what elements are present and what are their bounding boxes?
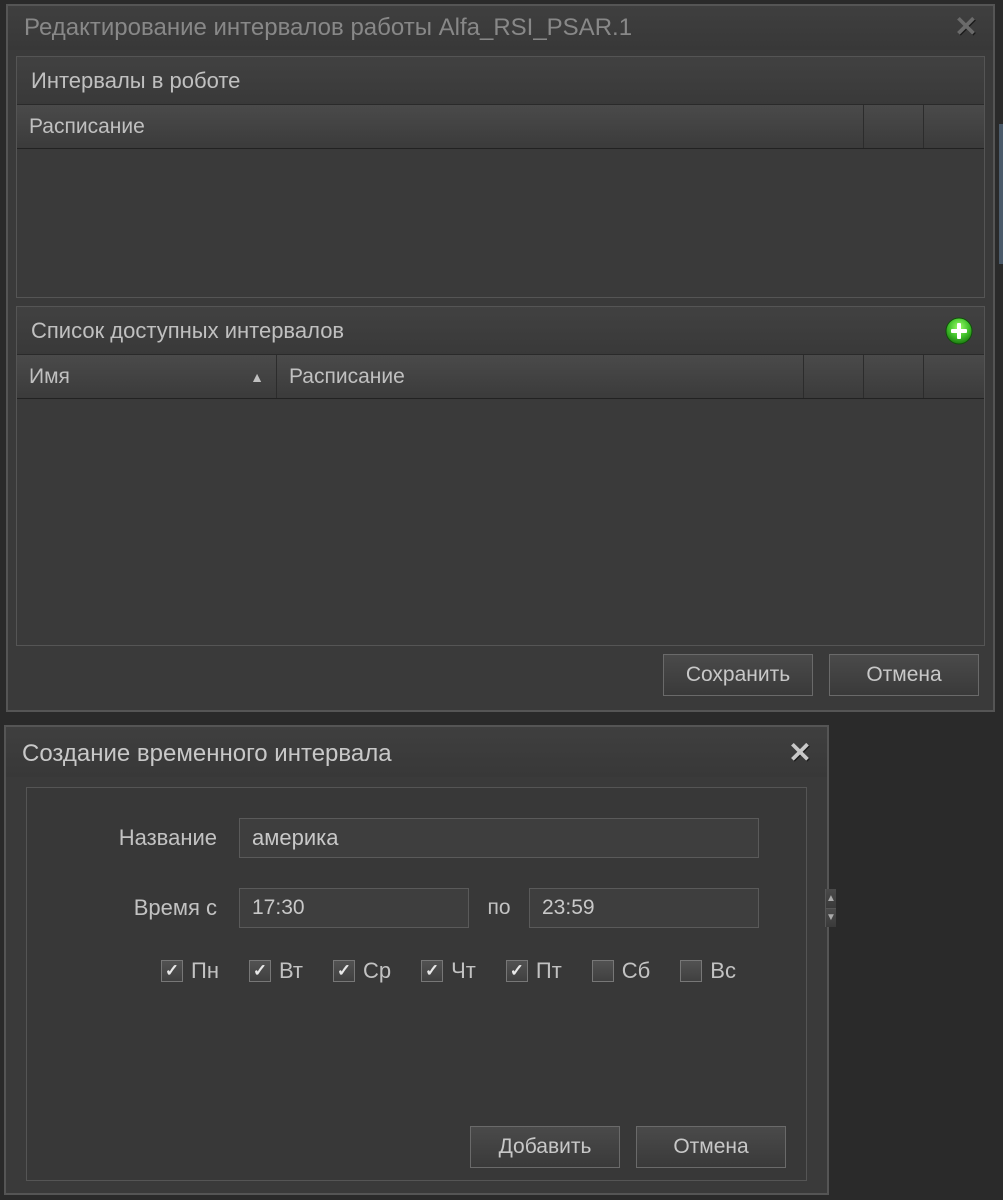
col-action-c[interactable]: [924, 355, 984, 398]
checkbox-icon[interactable]: ✓: [249, 960, 271, 982]
day-label: Пн: [191, 958, 219, 984]
dialog1-title: Редактирование интервалов работы Alfa_RS…: [24, 14, 951, 42]
day-label: Ср: [363, 958, 391, 984]
dialog2-title: Создание временного интервала: [22, 740, 785, 768]
available-intervals-title: Список доступных интервалов: [31, 318, 344, 344]
day-checkbox-Сб[interactable]: Сб: [592, 958, 651, 984]
cancel-button[interactable]: Отмена: [829, 654, 979, 696]
time-to-arrows: ▲ ▼: [825, 889, 836, 927]
day-checkbox-Вс[interactable]: Вс: [680, 958, 736, 984]
dialog1-button-row: Сохранить Отмена: [16, 650, 985, 700]
spin-down-icon[interactable]: ▼: [826, 909, 836, 928]
robot-intervals-panel: Интервалы в роботе Расписание: [16, 56, 985, 298]
day-label: Вт: [279, 958, 303, 984]
col-action-1[interactable]: [864, 105, 924, 148]
robot-intervals-header: Интервалы в роботе: [17, 57, 984, 105]
create-interval-form: Название Время с ▲ ▼ по ▲ ▼: [26, 787, 807, 1181]
label-time-from: Время с: [49, 895, 239, 921]
label-to: по: [469, 896, 529, 920]
dialog2-button-row: Добавить Отмена: [470, 1126, 786, 1168]
edit-intervals-dialog: Редактирование интервалов работы Alfa_RS…: [6, 4, 995, 712]
col-name[interactable]: Имя ▲: [17, 355, 277, 398]
name-input[interactable]: [239, 818, 759, 858]
available-grid-body: [17, 399, 984, 645]
dialog1-titlebar: Редактирование интервалов работы Alfa_RS…: [8, 6, 993, 50]
label-name: Название: [49, 825, 239, 851]
col-schedule-label: Расписание: [29, 115, 145, 139]
create-interval-dialog: Создание временного интервала ✕ Название…: [4, 725, 829, 1195]
day-checkbox-Пт[interactable]: ✓ Пт: [506, 958, 562, 984]
time-from-spinner[interactable]: ▲ ▼: [239, 888, 469, 928]
checkbox-icon[interactable]: ✓: [421, 960, 443, 982]
sort-asc-icon: ▲: [250, 369, 264, 385]
row-name: Название: [49, 818, 784, 858]
available-intervals-panel: Список доступных интервалов: [16, 306, 985, 646]
dialog2-titlebar: Создание временного интервала ✕: [6, 727, 827, 777]
col-action-a[interactable]: [804, 355, 864, 398]
close-icon[interactable]: ✕: [951, 13, 981, 43]
close-icon[interactable]: ✕: [785, 739, 815, 769]
cancel-button-2[interactable]: Отмена: [636, 1126, 786, 1168]
col-action-2[interactable]: [924, 105, 984, 148]
day-label: Сб: [622, 958, 651, 984]
col-schedule[interactable]: Расписание: [17, 105, 864, 148]
checkbox-icon[interactable]: [680, 960, 702, 982]
days-row: ✓ Пн ✓ Вт ✓ Ср ✓ Чт ✓ Пт Сб Вс: [49, 958, 784, 984]
robot-grid-body: [17, 149, 984, 297]
day-checkbox-Ср[interactable]: ✓ Ср: [333, 958, 391, 984]
checkbox-icon[interactable]: [592, 960, 614, 982]
available-intervals-header: Список доступных интервалов: [17, 307, 984, 355]
robot-intervals-title: Интервалы в роботе: [31, 68, 240, 94]
time-to-input[interactable]: [530, 889, 825, 927]
day-label: Чт: [451, 958, 476, 984]
day-checkbox-Чт[interactable]: ✓ Чт: [421, 958, 476, 984]
day-label: Пт: [536, 958, 562, 984]
col-schedule-label-2: Расписание: [289, 365, 405, 389]
save-button[interactable]: Сохранить: [663, 654, 813, 696]
checkbox-icon[interactable]: ✓: [161, 960, 183, 982]
available-grid-header: Имя ▲ Расписание: [17, 355, 984, 399]
dialog1-body: Интервалы в роботе Расписание Список дос…: [16, 56, 985, 700]
day-label: Вс: [710, 958, 736, 984]
col-schedule-2[interactable]: Расписание: [277, 355, 804, 398]
col-name-label: Имя: [29, 365, 70, 389]
background-strip: [999, 124, 1003, 264]
day-checkbox-Вт[interactable]: ✓ Вт: [249, 958, 303, 984]
col-action-b[interactable]: [864, 355, 924, 398]
spin-up-icon[interactable]: ▲: [826, 889, 836, 909]
day-checkbox-Пн[interactable]: ✓ Пн: [161, 958, 219, 984]
row-time: Время с ▲ ▼ по ▲ ▼: [49, 888, 784, 928]
add-button[interactable]: Добавить: [470, 1126, 620, 1168]
checkbox-icon[interactable]: ✓: [333, 960, 355, 982]
robot-grid-header: Расписание: [17, 105, 984, 149]
time-to-spinner[interactable]: ▲ ▼: [529, 888, 759, 928]
add-interval-icon[interactable]: [944, 316, 974, 346]
checkbox-icon[interactable]: ✓: [506, 960, 528, 982]
